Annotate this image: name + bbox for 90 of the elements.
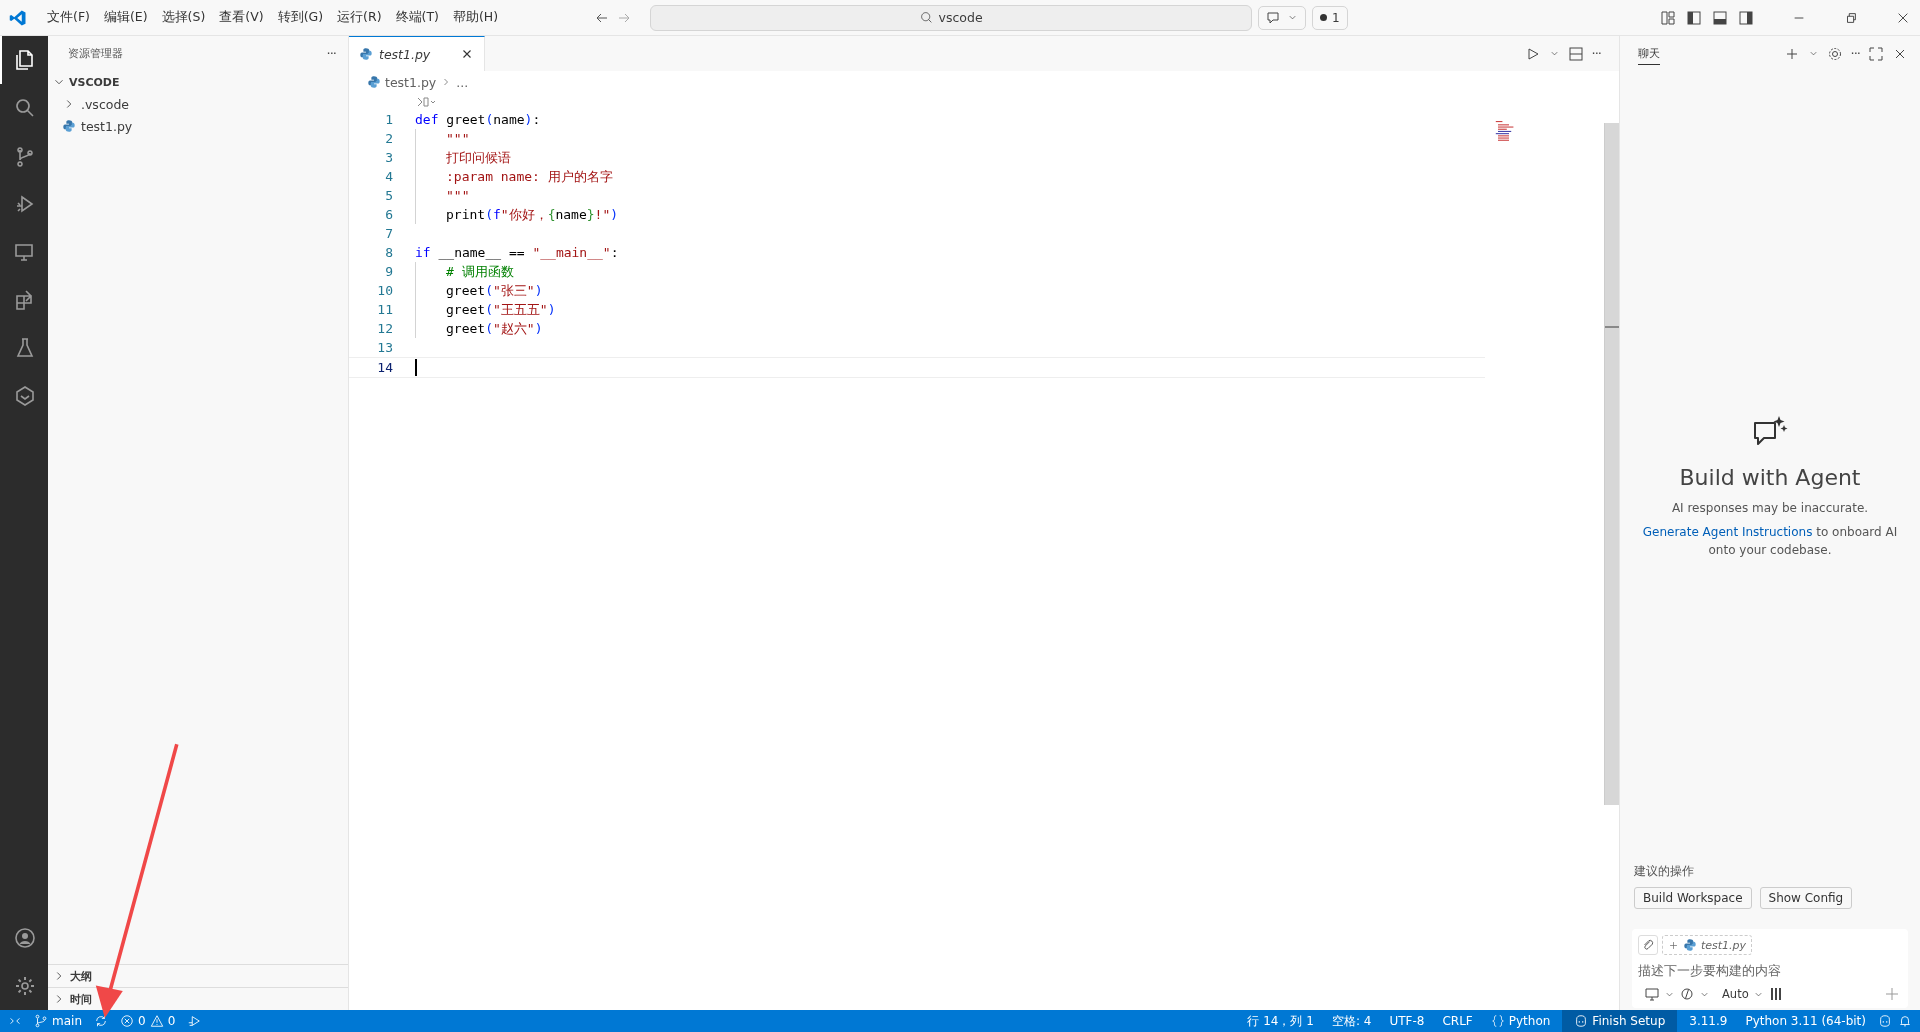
suggestion-button[interactable]: Show Config — [1759, 887, 1853, 909]
file-tree-item[interactable]: .vscode — [48, 93, 348, 115]
dot-icon — [1320, 14, 1328, 21]
sync-icon[interactable] — [94, 1014, 108, 1028]
notifications-bell-icon[interactable] — [1898, 1014, 1912, 1028]
more-actions-button[interactable]: ··· — [1850, 46, 1860, 61]
line-number: 14 — [376, 360, 393, 375]
status-item[interactable]: 行 14，列 1 — [1241, 1010, 1320, 1032]
line-number: 11 — [376, 302, 393, 317]
scrollbar[interactable] — [1604, 123, 1619, 805]
monitor-icon[interactable] — [1644, 986, 1660, 1002]
code-line: if __name__ == "__main__": — [415, 244, 619, 262]
file-tree-item[interactable]: test1.py — [48, 115, 348, 137]
problems-status[interactable]: 0 0 — [114, 1010, 182, 1032]
plus-icon — [1668, 939, 1679, 951]
search-icon — [919, 11, 933, 24]
toggle-panel-icon[interactable] — [1712, 9, 1728, 26]
breadcrumb-item[interactable]: test1.py — [385, 74, 437, 90]
line-number: 4 — [384, 169, 393, 184]
folder-section-header[interactable]: VSCODE — [48, 71, 348, 93]
python-file-icon — [62, 119, 76, 133]
collapsed-panel-header[interactable]: 大纲 — [48, 964, 348, 987]
python-file-icon — [367, 75, 381, 89]
line-number: 9 — [384, 264, 393, 279]
braces-icon — [1490, 1014, 1505, 1028]
menu-item[interactable]: 终端(T) — [389, 6, 445, 29]
line-number: 6 — [384, 207, 393, 222]
line-number: 13 — [376, 340, 393, 355]
language-status[interactable]: Python — [1484, 1010, 1557, 1032]
menu-item[interactable]: 转到(G) — [271, 6, 330, 29]
line-number: 12 — [376, 321, 393, 336]
sidebar-title: 资源管理器 — [68, 46, 123, 61]
status-item[interactable]: Python 3.11 (64-bit) — [1739, 1010, 1872, 1032]
notification-badge-button[interactable]: 1 — [1312, 5, 1348, 30]
warning-icon — [149, 1014, 164, 1028]
line-number: 1 — [384, 112, 393, 127]
agent-mode-icon[interactable] — [1679, 986, 1695, 1002]
context-file-chip[interactable]: test1.py — [1662, 935, 1753, 955]
menu-item[interactable]: 文件(F) — [41, 6, 96, 29]
settings-icon[interactable] — [1826, 45, 1843, 62]
text-cursor — [415, 359, 417, 376]
restore-icon[interactable] — [1844, 10, 1858, 25]
onboard-text: Generate Agent Instructions to onboard AI onto your codebase. — [1641, 524, 1899, 559]
line-number: 10 — [376, 283, 393, 298]
line-number: 2 — [384, 131, 393, 146]
menu-item[interactable]: 编辑(E) — [97, 6, 154, 29]
line-number: 7 — [384, 226, 393, 241]
status-item[interactable]: 空格: 4 — [1325, 1010, 1378, 1032]
generate-instructions-link[interactable]: Generate Agent Instructions — [1642, 525, 1813, 539]
more-actions-button[interactable]: ··· — [326, 46, 336, 61]
debug-icon[interactable] — [187, 1014, 202, 1028]
more-actions-button[interactable]: ··· — [1591, 46, 1601, 61]
status-item[interactable]: CRLF — [1436, 1010, 1479, 1032]
command-center-search-field[interactable]: vscode — [650, 4, 1253, 31]
app-logo-icon — [9, 8, 27, 27]
menu-item[interactable]: 选择(S) — [155, 6, 212, 29]
line-number: 3 — [384, 150, 393, 165]
line-number: 5 — [384, 188, 393, 203]
split-editor-icon[interactable] — [1567, 45, 1584, 62]
editor-tab[interactable]: test1.py — [349, 36, 485, 71]
python-file-icon — [1683, 938, 1697, 952]
status-item[interactable]: 3.11.9 — [1683, 1010, 1734, 1032]
chat-menu-button[interactable] — [1258, 5, 1307, 30]
finish-setup-status[interactable]: Finish Setup — [1562, 1010, 1678, 1032]
copilot-icon[interactable] — [1878, 1014, 1892, 1028]
layout-icon[interactable] — [1660, 9, 1676, 26]
breadcrumb-item[interactable]: ... — [456, 74, 469, 90]
menu-item[interactable]: 帮助(H) — [446, 6, 505, 29]
chat-heading: Build with Agent — [1679, 465, 1861, 490]
maximize-icon[interactable] — [1868, 45, 1884, 62]
python-file-icon — [359, 47, 373, 61]
suggestion-button[interactable]: Build Workspace — [1634, 887, 1752, 909]
toggle-secondary-sidebar-icon[interactable] — [1738, 9, 1754, 26]
branch-status[interactable]: main — [28, 1010, 88, 1032]
suggestions-label: 建议的操作 — [1634, 864, 1695, 879]
toggle-sidebar-icon[interactable] — [1686, 9, 1702, 26]
attach-icon[interactable] — [1638, 935, 1658, 955]
menu-item[interactable]: 运行(R) — [331, 6, 388, 29]
chat-tab[interactable]: 聊天 — [1638, 42, 1660, 65]
status-item[interactable]: UTF-8 — [1383, 1010, 1431, 1032]
code-action-icon[interactable] — [416, 96, 438, 108]
branch-icon — [34, 1014, 48, 1028]
line-number: 8 — [384, 245, 393, 260]
copilot-icon — [1574, 1014, 1589, 1028]
model-picker[interactable]: Auto — [1722, 987, 1749, 1001]
menu-item[interactable]: 查看(V) — [213, 6, 270, 29]
error-icon — [120, 1014, 134, 1028]
chat-input-box[interactable]: test1.py 描述下一步要构建的内容 Auto — [1632, 929, 1908, 1008]
code-line: def greet(name): — [415, 111, 541, 129]
disclaimer-text: AI responses may be inaccurate. — [1671, 500, 1869, 517]
